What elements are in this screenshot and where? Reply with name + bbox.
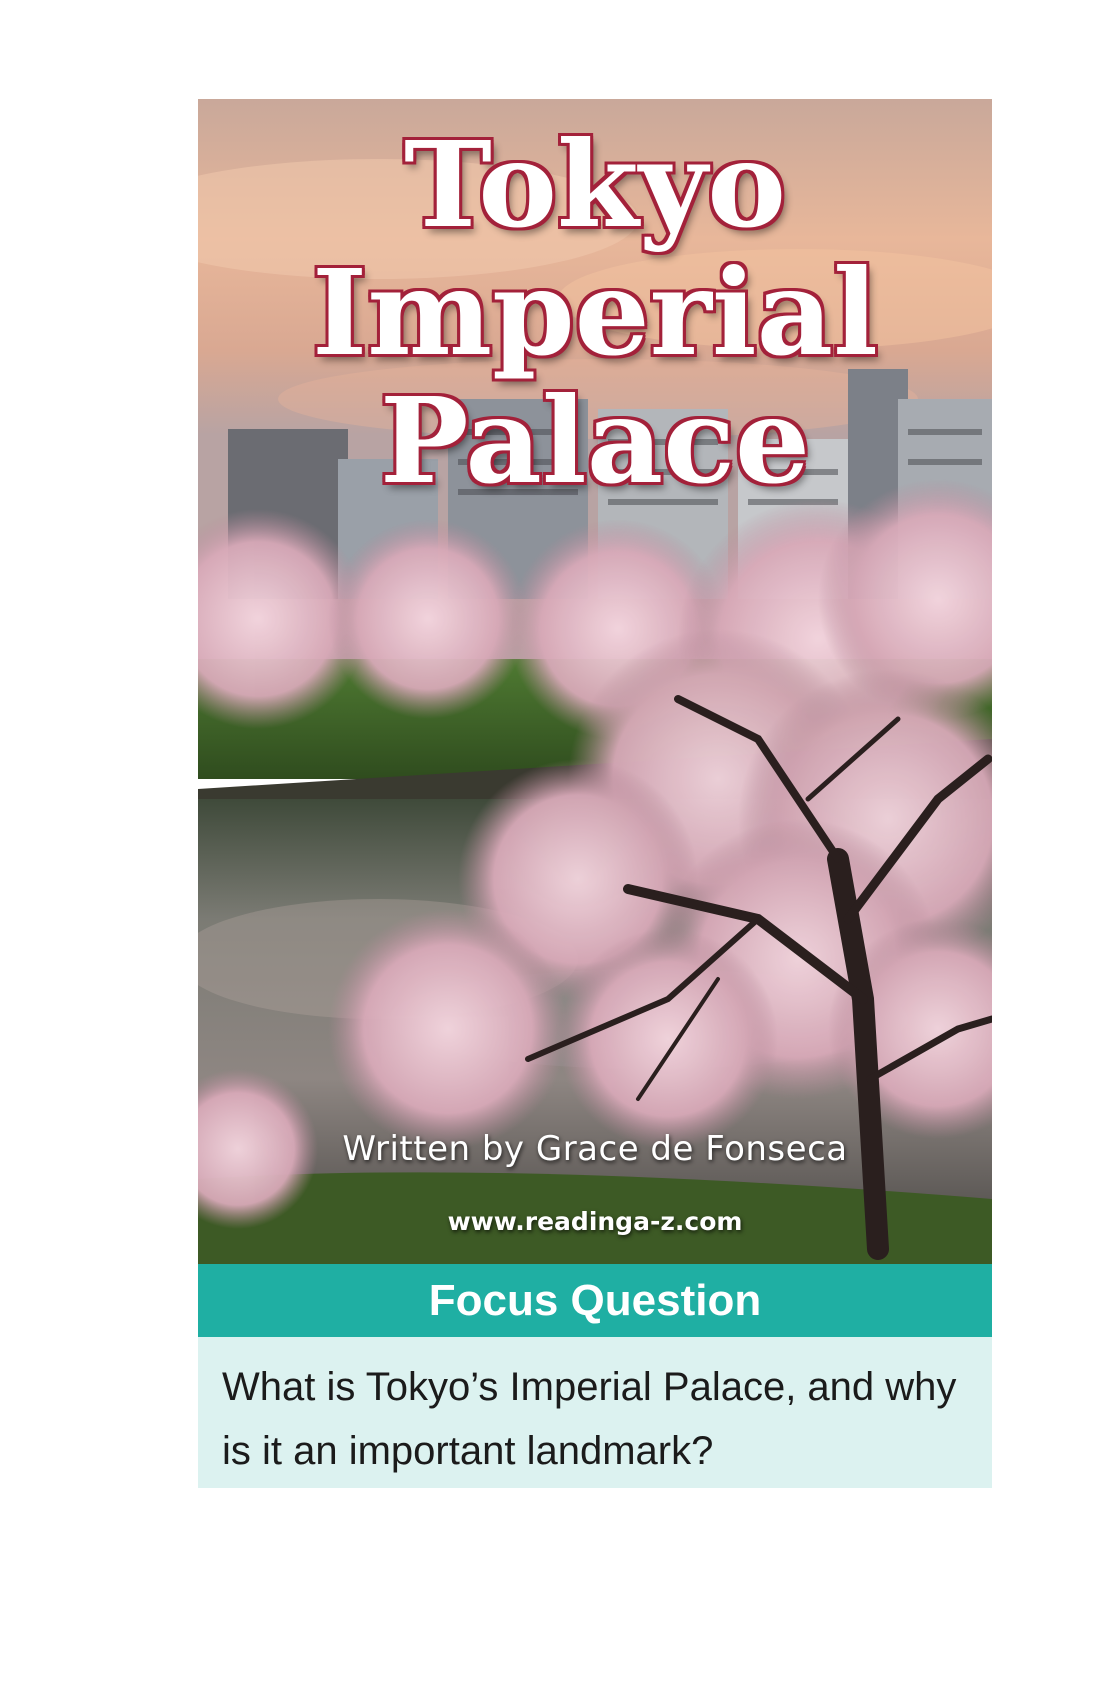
title-line-3: Palace [379,371,811,510]
focus-question-text: What is Tokyo’s Imperial Palace, and why… [222,1365,957,1473]
title-line-2: Imperial [312,243,878,382]
focus-question-box: What is Tokyo’s Imperial Palace, and why… [198,1337,992,1488]
focus-question-header: Focus Question [198,1264,992,1337]
author-credit: Written by Grace de Fonseca [342,1129,848,1169]
publisher-url: www.readinga-z.com [447,1207,743,1236]
cover-photo: Tokyo Imperial Palace Written by Grace d… [198,99,992,1264]
focus-question-heading: Focus Question [428,1275,762,1325]
book-cover-page: Tokyo Imperial Palace Written by Grace d… [198,99,992,1488]
title-line-1: Tokyo [403,115,786,254]
book-title: Tokyo Imperial Palace [198,121,992,505]
